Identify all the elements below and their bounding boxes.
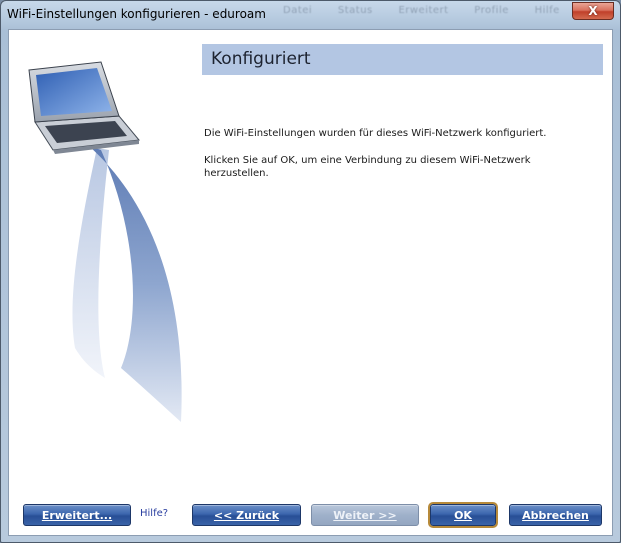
help-link[interactable]: Hilfe? [140, 508, 168, 519]
ghost-menu-item: Datei [283, 5, 313, 16]
title-bar[interactable]: WiFi-Einstellungen konfigurieren - eduro… [1, 1, 620, 27]
close-icon: X [588, 4, 598, 18]
page-title: Konfiguriert [211, 49, 311, 69]
dialog-window: WiFi-Einstellungen konfigurieren - eduro… [0, 0, 621, 543]
header-banner: Konfiguriert [202, 44, 603, 75]
ghost-menu-item: Hilfe [534, 5, 560, 16]
advanced-button[interactable]: Erweitert... [23, 504, 131, 526]
close-button[interactable]: X [572, 2, 614, 20]
instruction-message: Klicken Sie auf OK, um eine Verbindung z… [204, 155, 531, 179]
status-message: Die WiFi-Einstellungen wurden für dieses… [204, 128, 547, 139]
back-button[interactable]: << Zurück [192, 504, 301, 526]
window-title: WiFi-Einstellungen konfigurieren - eduro… [7, 7, 266, 21]
dialog-content: Konfiguriert Die WiFi-Einstellungen wurd… [8, 29, 613, 536]
laptop-wifi-illustration-icon [28, 61, 182, 422]
background-menu-ghost: Datei Status Erweitert Profile Hilfe [283, 5, 582, 16]
ghost-menu-item: Status [337, 5, 373, 16]
ok-button[interactable]: OK [428, 502, 498, 528]
ghost-menu-item: Profile [474, 5, 509, 16]
ghost-menu-item: Erweitert [398, 5, 449, 16]
cancel-button[interactable]: Abbrechen [509, 504, 602, 526]
next-button[interactable]: Weiter >> [311, 504, 419, 526]
